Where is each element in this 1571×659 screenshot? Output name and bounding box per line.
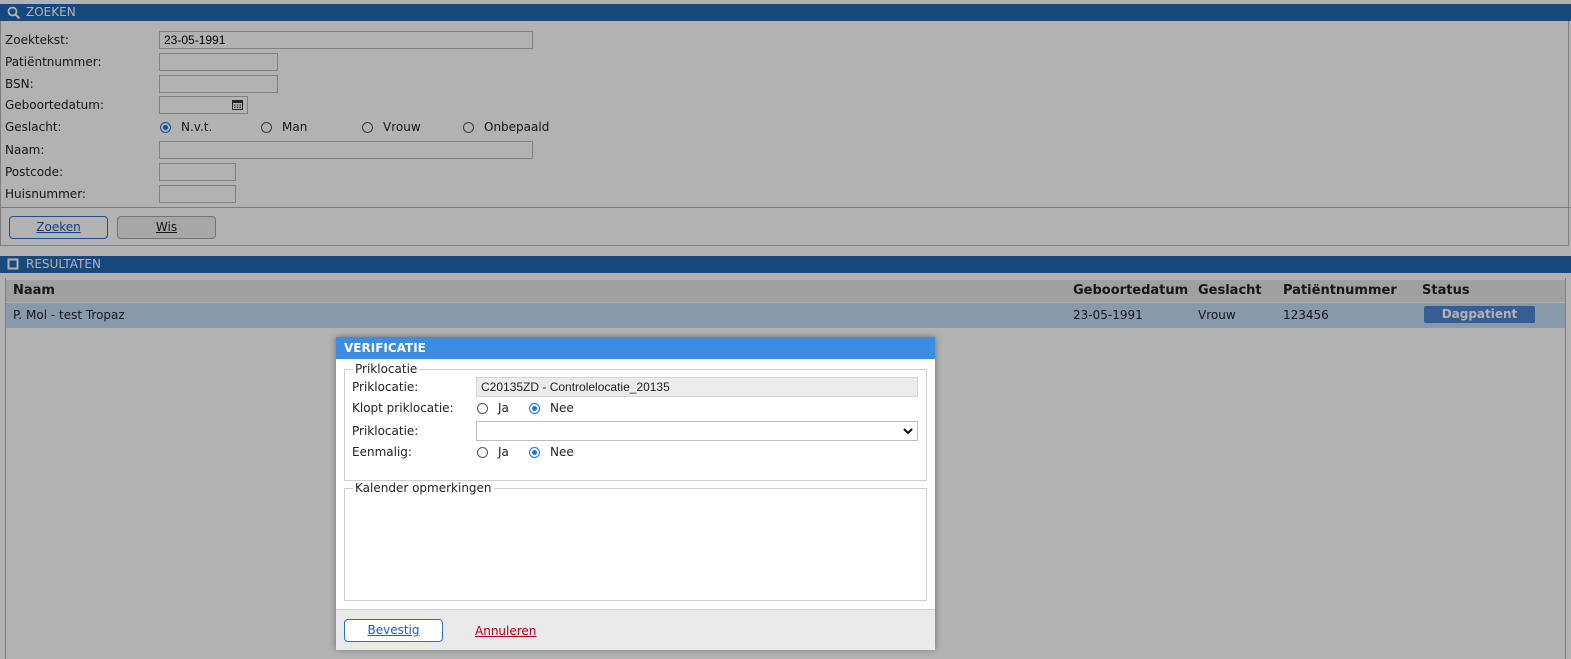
confirm-button[interactable]: Bevestig [344,619,443,642]
klopt-priklocatie-label: Klopt priklocatie: [352,401,454,415]
dialog-header: VERIFICATIE [336,337,935,359]
dialog-footer: Bevestig Annuleren [336,609,935,650]
verification-dialog: VERIFICATIE Priklocatie Priklocatie: C20… [336,337,935,650]
dialog-title: VERIFICATIE [344,341,426,355]
eenmalig-label-nee: Nee [550,445,574,459]
eenmalig-radio-ja[interactable] [477,447,488,458]
priklocatie-select[interactable] [476,421,918,441]
priklocatie-label: Priklocatie: [352,380,419,394]
eenmalig-label: Eenmalig: [352,445,412,459]
klopt-label-ja: Ja [498,401,509,415]
klopt-radio-ja[interactable] [477,403,488,414]
priklocatie-legend: Priklocatie [353,362,420,376]
cancel-link[interactable]: Annuleren [475,624,536,638]
chevron-down-icon[interactable] [903,428,913,435]
priklocatie-readonly: C20135ZD - Controlelocatie_20135 [476,377,918,397]
priklocatie-select-label: Priklocatie: [352,424,419,438]
eenmalig-radio-nee[interactable] [529,447,540,458]
klopt-label-nee: Nee [550,401,574,415]
kalender-opmerkingen-legend: Kalender opmerkingen [353,481,494,495]
kalender-opmerkingen-fieldset[interactable]: Kalender opmerkingen [344,481,927,601]
page: ZOEKEN Zoektekst: Patiëntnummer: BSN: Ge… [0,0,1571,659]
eenmalig-label-ja: Ja [498,445,509,459]
klopt-radio-nee[interactable] [529,403,540,414]
confirm-button-label: Bevestig [367,623,420,637]
